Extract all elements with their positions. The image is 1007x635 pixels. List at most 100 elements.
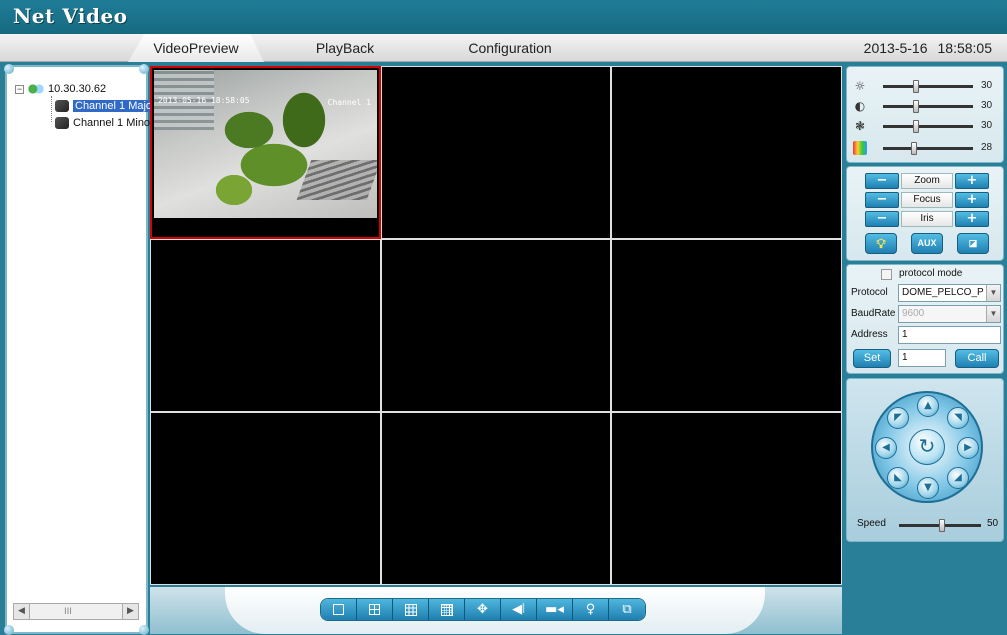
server-label: 10.30.30.62 bbox=[48, 83, 107, 95]
arrow-down-icon: ▼ bbox=[924, 482, 932, 493]
device-tree-panel: − 10.30.30.62 Channel 1 Majo Channel 1 Mi… bbox=[4, 64, 155, 635]
speed-value: 50 bbox=[987, 518, 999, 529]
speaker-icon: ◀⦚ bbox=[512, 602, 525, 617]
ptz-dpad: ▲ ▼ ◀ ▶ ◤ ◥ ◣ ◢ ↻ bbox=[871, 391, 983, 503]
audio-button[interactable]: ◀⦚ bbox=[501, 599, 537, 620]
focus-far-button[interactable]: + bbox=[955, 192, 989, 208]
sixteen-view-button[interactable] bbox=[429, 599, 465, 620]
zoom-label: Zoom bbox=[901, 173, 953, 189]
focus-label: Focus bbox=[901, 192, 953, 208]
brightness-icon: ☼ bbox=[854, 79, 866, 93]
scroll-right-icon[interactable]: ▶ bbox=[122, 604, 138, 619]
tree-node-channel-minor[interactable]: Channel 1 Minor bbox=[15, 115, 154, 132]
tab-configuration[interactable]: Configuration bbox=[455, 34, 565, 62]
contrast-thumb[interactable] bbox=[913, 100, 919, 113]
fullscreen-button[interactable]: ✥ bbox=[465, 599, 501, 620]
pan-down-button[interactable]: ▼ bbox=[917, 477, 939, 499]
hue-thumb[interactable] bbox=[911, 142, 917, 155]
saturation-slider[interactable]: ❃ 30 bbox=[853, 117, 1003, 135]
light-button[interactable]: 💡︎ bbox=[865, 233, 897, 254]
pan-up-left-button[interactable]: ◤ bbox=[887, 407, 909, 429]
call-preset-button[interactable]: Call bbox=[955, 349, 999, 368]
aux-controls: 💡︎ AUX ◪ bbox=[865, 233, 989, 255]
saturation-track[interactable] bbox=[883, 120, 973, 133]
contrast-slider[interactable]: ◐ 30 bbox=[853, 97, 1003, 115]
hue-value: 28 bbox=[981, 142, 993, 153]
address-input[interactable]: 1 bbox=[898, 326, 1001, 344]
time-text: 18:58:05 bbox=[937, 40, 993, 56]
snapshot-button[interactable]: ⧉ bbox=[609, 599, 645, 620]
saturation-thumb[interactable] bbox=[913, 120, 919, 133]
scroll-grip[interactable]: III bbox=[64, 607, 72, 617]
brightness-thumb[interactable] bbox=[913, 80, 919, 93]
set-preset-button[interactable]: Set bbox=[853, 349, 891, 368]
dropdown-arrow-icon[interactable]: ▼ bbox=[986, 285, 1000, 301]
video-cell-7[interactable] bbox=[150, 412, 381, 585]
hue-slider[interactable]: 28 bbox=[853, 139, 1003, 157]
ptz-direction-panel: ▲ ▼ ◀ ▶ ◤ ◥ ◣ ◢ ↻ Speed 50 bbox=[846, 378, 1004, 542]
quad-view-icon bbox=[369, 604, 380, 615]
pan-up-right-button[interactable]: ◥ bbox=[947, 407, 969, 429]
protocol-label: Protocol bbox=[851, 287, 888, 298]
video-cell-2[interactable] bbox=[381, 66, 611, 239]
quad-view-button[interactable] bbox=[357, 599, 393, 620]
focus-control: − Focus + bbox=[865, 192, 989, 209]
pan-down-left-button[interactable]: ◣ bbox=[887, 467, 909, 489]
protocol-value: DOME_PELCO_P bbox=[902, 287, 984, 298]
tree-node-channel-major[interactable]: Channel 1 Majo bbox=[15, 98, 155, 115]
pan-down-right-button[interactable]: ◢ bbox=[947, 467, 969, 489]
single-view-button[interactable] bbox=[321, 599, 357, 620]
protocol-select[interactable]: DOME_PELCO_P ▼ bbox=[898, 284, 1001, 302]
speed-thumb[interactable] bbox=[939, 519, 945, 532]
focus-near-button[interactable]: − bbox=[865, 192, 899, 208]
preset-input[interactable]: 1 bbox=[898, 349, 946, 367]
wiper-icon: ◪ bbox=[968, 238, 978, 248]
contrast-icon: ◐ bbox=[854, 99, 866, 113]
collapse-icon[interactable]: − bbox=[15, 84, 24, 94]
pan-up-button[interactable]: ▲ bbox=[917, 395, 939, 417]
speed-slider[interactable] bbox=[899, 519, 981, 532]
talk-button[interactable]: ♀ bbox=[573, 599, 609, 620]
pan-left-button[interactable]: ◀ bbox=[875, 437, 897, 459]
video-cell-4[interactable] bbox=[150, 239, 381, 412]
menu-bar: VideoPreview PlayBack Configuration 2013… bbox=[0, 34, 1007, 62]
iris-open-button[interactable]: + bbox=[955, 211, 989, 227]
video-cell-5[interactable] bbox=[381, 239, 611, 412]
hue-track[interactable] bbox=[883, 142, 973, 155]
tree-horizontal-scrollbar[interactable]: ◀ III ▶ bbox=[13, 603, 139, 620]
zoom-out-button[interactable]: − bbox=[865, 173, 899, 189]
video-cell-1[interactable]: 2013-05-16 18:58:05 Channel 1 bbox=[150, 66, 381, 239]
video-cell-9[interactable] bbox=[611, 412, 842, 585]
protocol-mode-label: protocol mode bbox=[899, 268, 963, 279]
hue-icon bbox=[853, 141, 867, 155]
panel-corner-icon bbox=[139, 64, 149, 74]
video-cell-3[interactable] bbox=[611, 66, 842, 239]
brightness-track[interactable] bbox=[883, 80, 973, 93]
video-cell-6[interactable] bbox=[611, 239, 842, 412]
auto-pan-button[interactable]: ↻ bbox=[909, 429, 945, 465]
view-toolbar: ✥ ◀⦚ ▬◂ ♀ ⧉ bbox=[320, 598, 646, 621]
title-bar: Net Video bbox=[0, 0, 1007, 34]
server-icon bbox=[28, 83, 44, 96]
tree-node-server[interactable]: − 10.30.30.62 bbox=[15, 81, 154, 98]
contrast-track[interactable] bbox=[883, 100, 973, 113]
zoom-in-button[interactable]: + bbox=[955, 173, 989, 189]
live-video-feed[interactable]: 2013-05-16 18:58:05 Channel 1 bbox=[154, 70, 377, 218]
baudrate-select: 9600 ▼ bbox=[898, 305, 1001, 323]
scroll-left-icon[interactable]: ◀ bbox=[14, 604, 30, 619]
single-view-icon bbox=[333, 604, 344, 615]
protocol-mode-checkbox[interactable] bbox=[881, 269, 892, 280]
tab-videopreview[interactable]: VideoPreview bbox=[128, 34, 264, 62]
arrow-right-icon: ▶ bbox=[964, 442, 972, 453]
wiper-button[interactable]: ◪ bbox=[957, 233, 989, 254]
video-cell-8[interactable] bbox=[381, 412, 611, 585]
iris-label: Iris bbox=[901, 211, 953, 227]
aux-button[interactable]: AUX bbox=[911, 233, 943, 254]
iris-close-button[interactable]: − bbox=[865, 211, 899, 227]
tab-playback[interactable]: PlayBack bbox=[300, 34, 390, 62]
pan-right-button[interactable]: ▶ bbox=[957, 437, 979, 459]
brightness-slider[interactable]: ☼ 30 bbox=[853, 77, 1003, 95]
record-button[interactable]: ▬◂ bbox=[537, 599, 573, 620]
nine-view-button[interactable] bbox=[393, 599, 429, 620]
osd-timestamp: 2013-05-16 18:58:05 bbox=[158, 96, 250, 105]
